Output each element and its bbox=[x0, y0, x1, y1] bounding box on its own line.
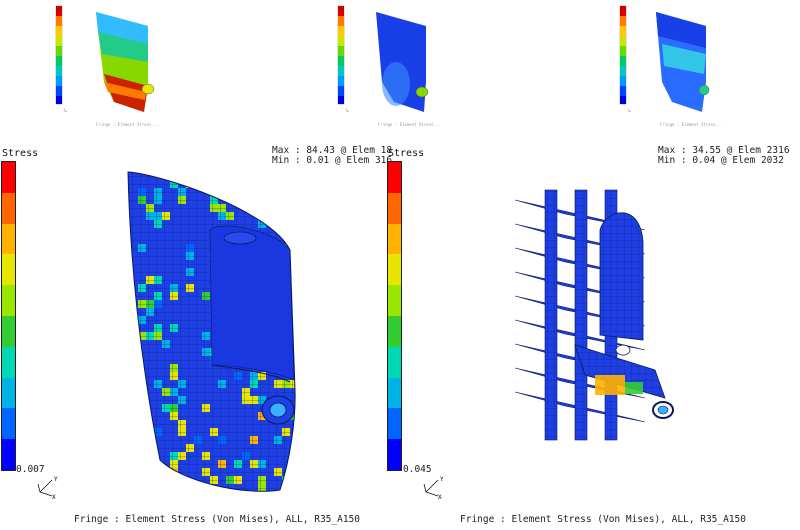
axis-x-label-left: X bbox=[52, 494, 56, 500]
fringe-caption-left: Fringe : Element Stress (Von Mises), ALL… bbox=[74, 514, 360, 525]
fringe-caption-right: Fringe : Element Stress (Von Mises), ALL… bbox=[460, 514, 746, 525]
thumbnail-caption-2: Fringe : Element Stress... bbox=[378, 122, 441, 127]
svg-text:↳: ↳ bbox=[64, 108, 67, 114]
thumbnail-view-2[interactable]: ↳ bbox=[334, 4, 494, 124]
thumbnail-caption-1: Fringe : Element Stress... bbox=[96, 122, 159, 127]
rudder-mesh-model[interactable] bbox=[100, 160, 330, 510]
axis-triad-left: Y X bbox=[37, 476, 58, 500]
svg-text:↳: ↳ bbox=[628, 108, 631, 114]
fringe-color-bar-right bbox=[387, 161, 402, 471]
rudder-structure-model[interactable] bbox=[505, 170, 705, 470]
thumbnail-view-3[interactable]: ↳ bbox=[616, 4, 776, 124]
thumbnail-view-1[interactable]: ↳ bbox=[52, 4, 212, 124]
axis-x-label-right: X bbox=[438, 494, 442, 500]
min-readout-right: Min : 0.04 @ Elem 2032 bbox=[658, 155, 784, 166]
thumbnail-caption-3: Fringe : Element Stress... bbox=[660, 122, 723, 127]
axis-y-label-left: Y bbox=[54, 476, 58, 483]
legend-title-right: Stress bbox=[388, 148, 425, 159]
axis-triad-right: Y X bbox=[423, 476, 444, 500]
axis-y-label-right: Y bbox=[440, 476, 444, 483]
legend-title-left: Stress bbox=[2, 148, 39, 159]
fringe-color-bar-left bbox=[1, 161, 16, 471]
svg-text:↳: ↳ bbox=[346, 108, 349, 114]
